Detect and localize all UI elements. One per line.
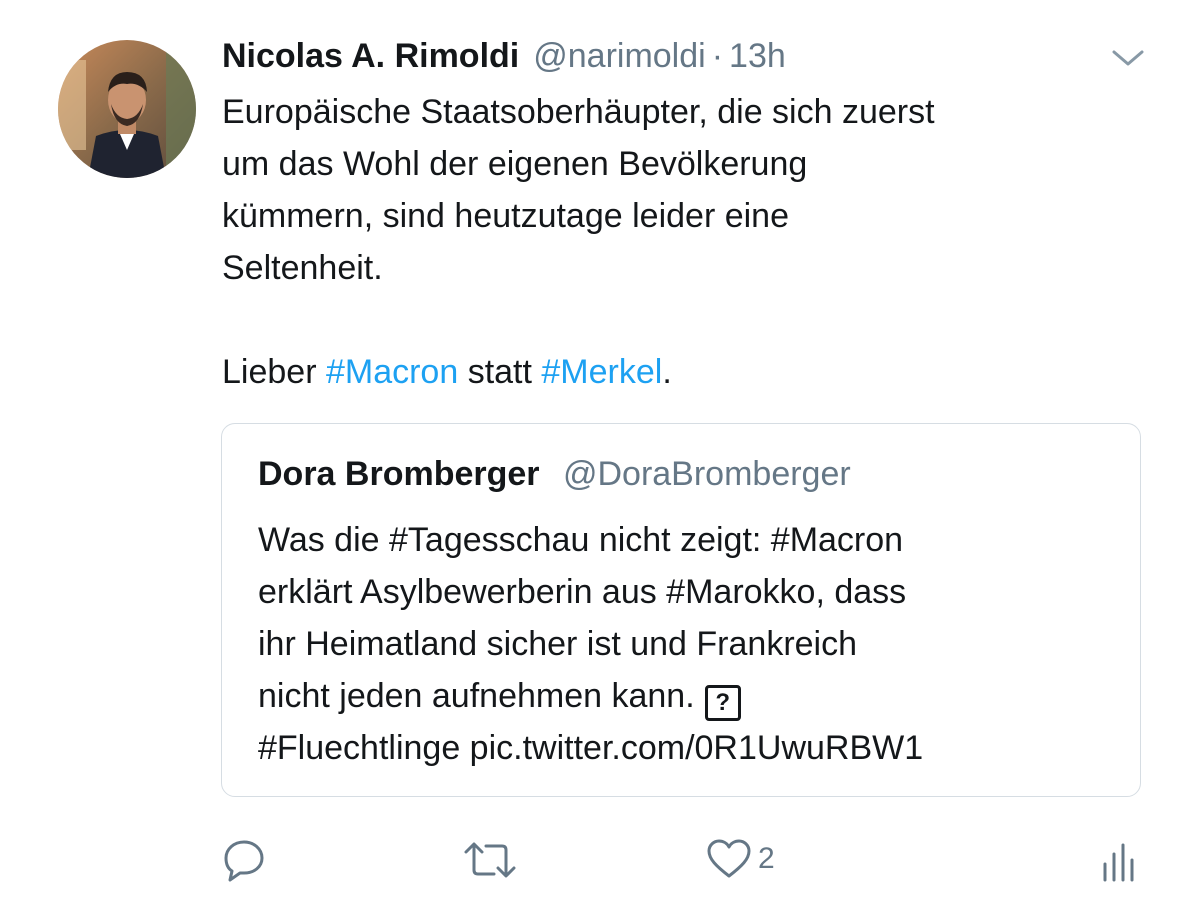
reply-icon bbox=[224, 840, 264, 882]
retweet-button[interactable] bbox=[462, 840, 518, 880]
quoted-tweet[interactable]: Dora Bromberger @DoraBromberger Was die … bbox=[221, 423, 1141, 797]
tweet-text-line: kümmern, sind heutzutage leider eine bbox=[222, 197, 789, 235]
text-fragment: Lieber bbox=[222, 353, 326, 391]
hashtag-merkel[interactable]: #Merkel bbox=[541, 353, 662, 391]
tweet-text-line: um das Wohl der eigenen Bevölkerung bbox=[222, 145, 808, 183]
tweet: Nicolas A. Rimoldi @narimoldi · 13h Euro… bbox=[0, 0, 1200, 904]
avatar[interactable] bbox=[58, 40, 196, 178]
chevron-down-icon[interactable] bbox=[1110, 46, 1146, 70]
quoted-author-name: Dora Bromberger bbox=[258, 455, 540, 493]
reply-button[interactable] bbox=[222, 838, 266, 882]
tweet-header: Nicolas A. Rimoldi @narimoldi · 13h bbox=[222, 36, 786, 76]
quoted-text-line: #Fluechtlinge pic.twitter.com/0R1UwuRBW1 bbox=[258, 729, 924, 767]
like-button[interactable]: 2 bbox=[706, 838, 775, 880]
like-count: 2 bbox=[758, 842, 775, 875]
text-fragment: statt bbox=[458, 353, 542, 391]
quoted-text-line: ihr Heimatland sicher ist und Frankreich bbox=[258, 625, 858, 663]
timestamp[interactable]: 13h bbox=[729, 36, 786, 76]
analytics-button[interactable] bbox=[1100, 842, 1136, 882]
hashtag-macron[interactable]: #Macron bbox=[326, 353, 458, 391]
heart-icon bbox=[707, 839, 751, 878]
quoted-author-handle: @DoraBromberger bbox=[562, 455, 851, 493]
quoted-text-line: nicht jeden aufnehmen kann. bbox=[258, 677, 695, 715]
tweet-second-paragraph: Lieber #Macron statt #Merkel. bbox=[222, 346, 1142, 398]
tweet-text: Europäische Staatsoberhäupter, die sich … bbox=[222, 86, 1142, 398]
quoted-text-line: erklärt Asylbewerberin aus #Marokko, das… bbox=[258, 573, 907, 611]
tweet-text-line: Seltenheit. bbox=[222, 249, 383, 287]
action-bar: 2 bbox=[0, 836, 1200, 884]
quoted-tweet-text: Was die #Tagesschau nicht zeigt: #Macron… bbox=[258, 514, 1118, 774]
author-name[interactable]: Nicolas A. Rimoldi bbox=[222, 36, 519, 76]
retweet-icon bbox=[464, 842, 516, 878]
author-handle[interactable]: @narimoldi bbox=[533, 36, 705, 76]
analytics-icon bbox=[1103, 843, 1134, 882]
text-fragment: . bbox=[662, 353, 672, 391]
missing-emoji-icon: ? bbox=[704, 685, 741, 721]
separator: · bbox=[711, 37, 724, 75]
quoted-text-line-with-emoji: nicht jeden aufnehmen kann.? bbox=[258, 670, 1118, 722]
tweet-text-line: Europäische Staatsoberhäupter, die sich … bbox=[222, 93, 935, 131]
quoted-text-line: Was die #Tagesschau nicht zeigt: #Macron bbox=[258, 521, 904, 559]
quoted-tweet-header: Dora Bromberger @DoraBromberger bbox=[258, 454, 851, 494]
